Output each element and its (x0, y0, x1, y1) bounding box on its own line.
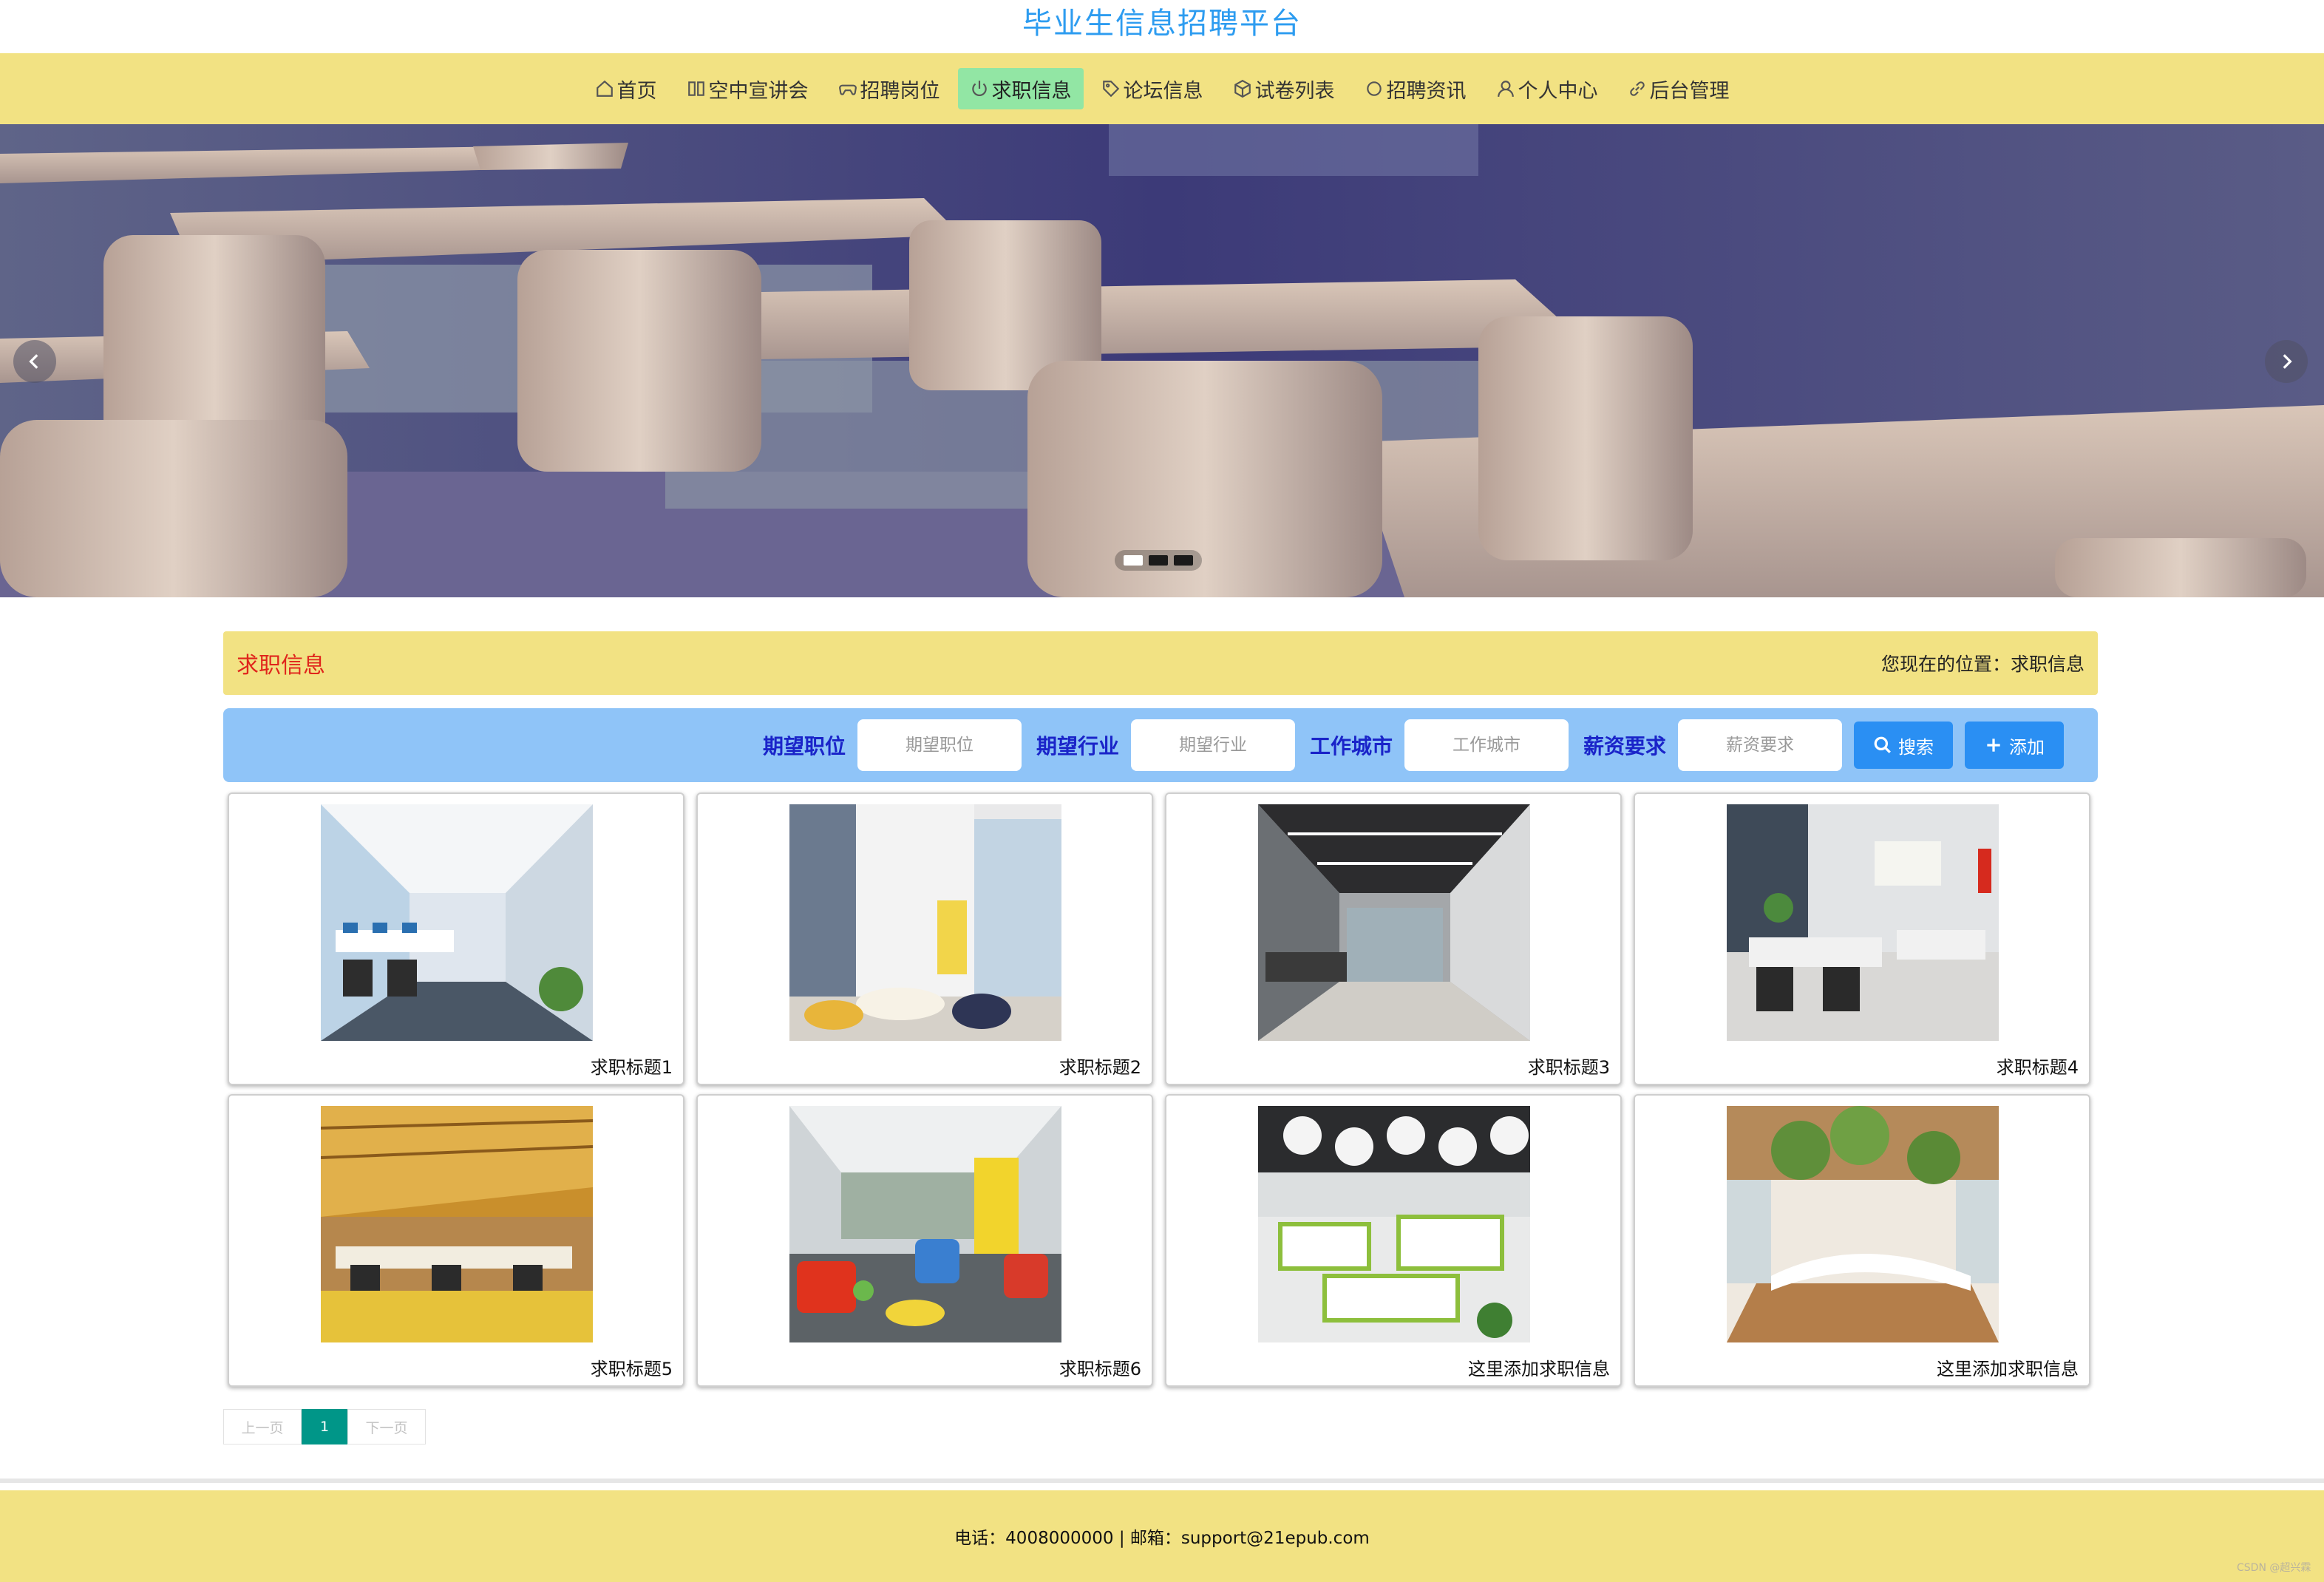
nav-item-jobseek[interactable]: 求职信息 (957, 68, 1084, 109)
footer: 电话：4008000000 | 邮箱：support@21epub.com (0, 1490, 2324, 1582)
search-bar: 期望职位 期望行业 工作城市 薪资要求 搜索 添加 (223, 708, 2098, 782)
office-photo-2 (789, 804, 1061, 1041)
footer-contact: 电话：4008000000 | 邮箱：support@21epub.com (954, 1529, 1370, 1548)
job-card[interactable]: 求职标题6 (696, 1094, 1153, 1387)
job-card-title: 求职标题1 (590, 1057, 673, 1078)
nav-item-jobs[interactable]: 招聘岗位 (826, 68, 952, 109)
office-photo-4 (1727, 804, 1999, 1041)
site-title: 毕业生信息招聘平台 (1022, 7, 1302, 41)
nav-item-label: 后台管理 (1649, 79, 1730, 103)
job-card[interactable]: 求职标题1 (228, 792, 684, 1085)
nav-item-label: 首页 (616, 79, 657, 103)
plus-icon (1987, 739, 2000, 752)
search-button-label: 搜索 (1898, 736, 1934, 758)
city-label: 工作城市 (1309, 734, 1393, 758)
office-photo-1 (321, 804, 593, 1041)
nav-item-label: 试卷列表 (1254, 79, 1335, 103)
office-photo-7 (1258, 1106, 1530, 1342)
job-card-title: 求职标题3 (1527, 1057, 1610, 1078)
job-card[interactable]: 这里添加求职信息 (1165, 1094, 1622, 1387)
breadcrumb: 您现在的位置：求职信息 (1880, 653, 2085, 675)
nav-item-label: 求职信息 (991, 79, 1072, 103)
cube-icon (1234, 79, 1251, 98)
chevron-right-icon (2283, 354, 2292, 369)
add-button[interactable]: 添加 (1965, 722, 2064, 769)
job-card[interactable]: 求职标题2 (696, 792, 1153, 1085)
salary-label: 薪资要求 (1583, 734, 1666, 758)
section-title: 求职信息 (237, 653, 325, 679)
carousel-prev-button[interactable] (13, 340, 56, 383)
carousel-dot[interactable] (1124, 555, 1143, 566)
carousel-indicators (1115, 550, 1202, 571)
main-nav: 首页 空中宣讲会 招聘岗位 求职信息 论坛信息 试卷列表 招聘资讯 个人中心 后… (0, 53, 2324, 124)
nav-item-label: 招聘资讯 (1386, 79, 1467, 103)
job-card[interactable]: 这里添加求职信息 (1634, 1094, 2090, 1387)
job-card-title: 这里添加求职信息 (1468, 1359, 1610, 1379)
city-input[interactable] (1404, 719, 1569, 771)
job-card[interactable]: 求职标题4 (1634, 792, 2090, 1085)
footer-divider (0, 1479, 2324, 1483)
user-icon (1497, 81, 1514, 97)
nav-item-label: 空中宣讲会 (708, 79, 809, 103)
columns-icon (687, 81, 704, 96)
gamepad-icon (838, 84, 857, 95)
nav-item-label: 论坛信息 (1123, 79, 1203, 103)
position-label: 期望职位 (762, 734, 846, 758)
industry-input[interactable] (1130, 719, 1295, 771)
page-number-button[interactable]: 1 (302, 1409, 347, 1444)
chevron-left-icon (29, 354, 38, 369)
job-card[interactable]: 求职标题3 (1165, 792, 1622, 1085)
job-card-title: 求职标题4 (1996, 1057, 2079, 1078)
power-icon (971, 81, 987, 97)
pagination: 上一页 1 下一页 (223, 1409, 426, 1444)
carousel-dot[interactable] (1149, 555, 1168, 566)
tag-icon (1102, 81, 1119, 98)
carousel-dot[interactable] (1174, 555, 1193, 566)
home-icon (596, 80, 613, 97)
circle-icon (1366, 81, 1382, 96)
job-seek-grid: 求职标题1 求职标题2 求职标题3 求职标题4 求职标题5 求职标题6 这里添加… (228, 792, 2093, 1387)
nav-item-news[interactable]: 招聘资讯 (1353, 68, 1478, 109)
job-card-title: 求职标题2 (1059, 1057, 1141, 1078)
banner-classroom-image (0, 124, 2324, 597)
nav-item-livetalk[interactable]: 空中宣讲会 (675, 68, 820, 109)
job-card-title: 求职标题6 (1059, 1359, 1141, 1379)
office-photo-6 (789, 1106, 1061, 1342)
banner-carousel (0, 124, 2324, 597)
job-card[interactable]: 求职标题5 (228, 1094, 684, 1387)
prev-page-button[interactable]: 上一页 (223, 1409, 302, 1444)
add-button-label: 添加 (2009, 736, 2045, 758)
nav-item-label: 招聘岗位 (860, 79, 940, 103)
office-photo-5 (321, 1106, 593, 1342)
nav-item-profile[interactable]: 个人中心 (1484, 68, 1610, 109)
nav-item-label: 个人中心 (1518, 79, 1598, 103)
next-page-button[interactable]: 下一页 (347, 1409, 426, 1444)
nav-item-forum[interactable]: 论坛信息 (1090, 68, 1215, 109)
search-button[interactable]: 搜索 (1854, 722, 1953, 769)
search-icon (1874, 736, 1891, 753)
carousel-next-button[interactable] (2265, 340, 2308, 383)
nav-item-home[interactable]: 首页 (583, 68, 669, 109)
office-photo-3 (1258, 804, 1530, 1041)
position-input[interactable] (857, 719, 1022, 771)
office-photo-8 (1727, 1106, 1999, 1342)
nav-item-admin[interactable]: 后台管理 (1616, 68, 1742, 109)
nav-item-exams[interactable]: 试卷列表 (1221, 68, 1347, 109)
industry-label: 期望行业 (1036, 734, 1119, 758)
job-card-title: 求职标题5 (590, 1359, 673, 1379)
job-card-title: 这里添加求职信息 (1937, 1359, 2079, 1379)
link-icon (1629, 81, 1645, 96)
section-header: 求职信息 您现在的位置：求职信息 (223, 631, 2098, 695)
watermark: CSDN @超兴霖 (2237, 1562, 2311, 1574)
salary-input[interactable] (1678, 719, 1842, 771)
